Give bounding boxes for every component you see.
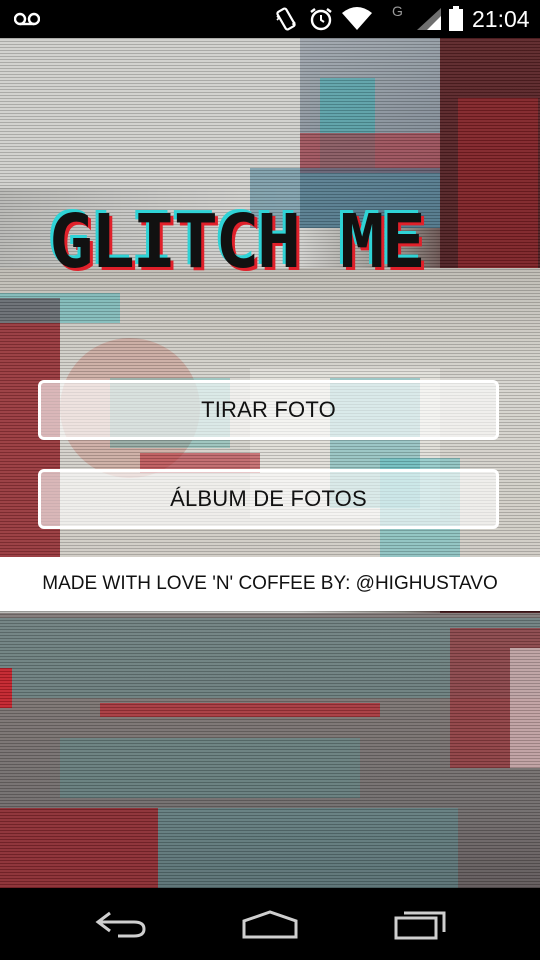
app-screen: G 21:04 GLITCH ME GLITCH ME GLITCH ME TI…: [0, 0, 540, 960]
alarm-icon: [308, 0, 334, 38]
take-photo-button[interactable]: TIRAR FOTO: [38, 380, 499, 440]
background-photo: [0, 38, 540, 888]
app-title: GLITCH ME: [49, 208, 423, 280]
home-icon[interactable]: [230, 898, 310, 950]
signal-icon: [416, 0, 442, 38]
status-bar: G 21:04: [0, 0, 540, 38]
credits-text: MADE WITH LOVE 'N' COFFEE BY: @HIGHUSTAV…: [42, 573, 498, 594]
recent-apps-icon[interactable]: [380, 898, 460, 950]
voicemail-icon: [14, 0, 40, 38]
status-time: 21:04: [472, 5, 530, 32]
back-icon[interactable]: [80, 898, 160, 950]
phone-vibrate-icon: [274, 0, 298, 38]
navigation-bar: [0, 888, 540, 960]
network-type-label: G: [392, 3, 403, 19]
wifi-icon: [341, 0, 373, 38]
app-title-logo: GLITCH ME GLITCH ME GLITCH ME: [46, 196, 494, 288]
battery-icon: [448, 0, 464, 38]
photo-album-button[interactable]: ÁLBUM DE FOTOS: [38, 469, 499, 529]
credits-banner: MADE WITH LOVE 'N' COFFEE BY: @HIGHUSTAV…: [0, 557, 540, 611]
